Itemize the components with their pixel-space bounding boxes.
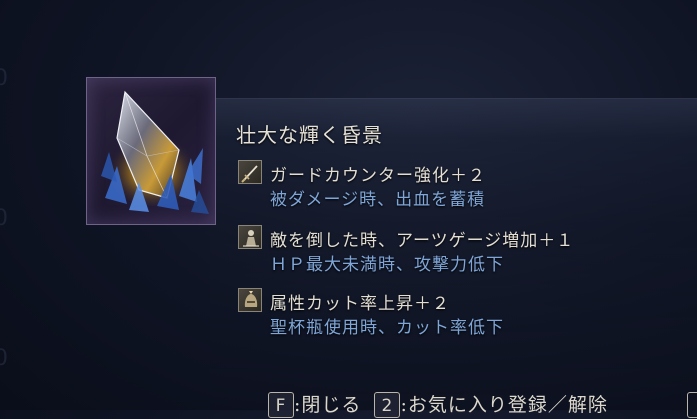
sword-icon	[238, 160, 262, 184]
effect-desc: 被ダメージ時、出血を蓄積	[270, 190, 486, 210]
effect-desc: ＨＰ最大未満時、攻撃力低下	[270, 255, 504, 275]
favorite-hint-label: :お気に入り登録／解除	[400, 394, 608, 416]
close-key[interactable]: F	[268, 392, 294, 418]
favorite-key[interactable]: 2	[374, 392, 401, 418]
effect-desc: 聖杯瓶使用時、カット率低下	[270, 318, 504, 338]
item-image-frame	[86, 77, 216, 225]
background-decoration: 0	[0, 206, 8, 231]
helmet-crest-icon	[238, 288, 262, 312]
background-decoration: 0	[0, 66, 8, 91]
armor-figure-icon	[238, 225, 262, 249]
crystal-shard-icon	[101, 90, 209, 214]
background-decoration: 0	[0, 346, 8, 371]
close-hint-label: :閉じる	[294, 394, 362, 416]
item-name: 壮大な輝く昏景	[236, 123, 383, 147]
effect-name: 属性カット率上昇＋２	[270, 294, 450, 314]
control-hints: F:閉じる 2:お気に入り登録／解除	[268, 392, 614, 418]
effect-name: ガードカウンター強化＋２	[270, 166, 486, 186]
effect-name: 敵を倒した時、アーツゲージ増加＋１	[270, 231, 575, 251]
next-key-partial	[687, 392, 697, 418]
